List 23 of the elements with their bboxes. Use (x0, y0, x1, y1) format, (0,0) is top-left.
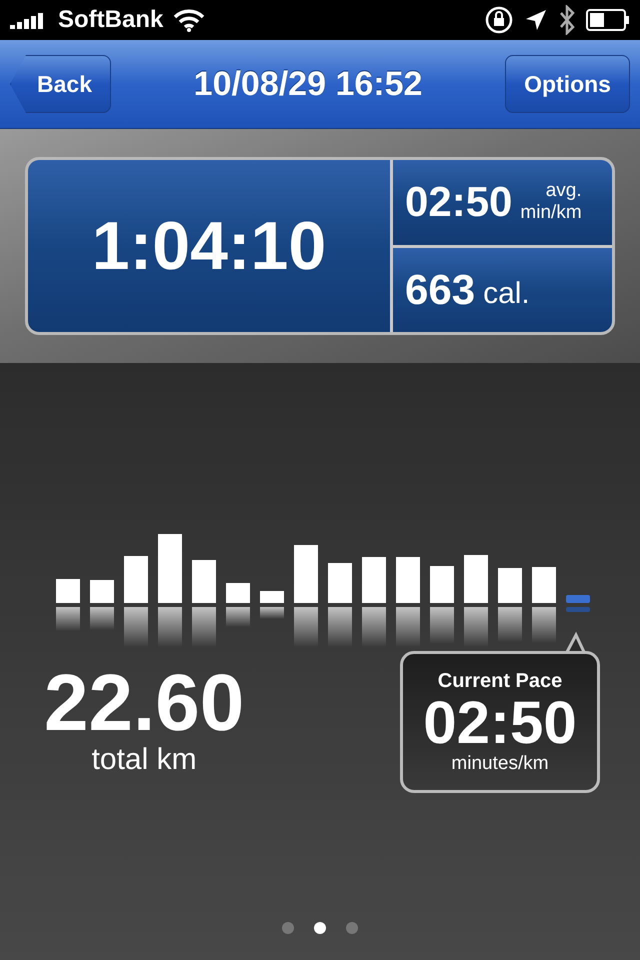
options-button[interactable]: Options (505, 55, 630, 113)
wifi-icon (173, 8, 206, 32)
duration: 1:04:10 (92, 207, 326, 285)
average-pace: 02:50 (405, 178, 512, 226)
page-dot[interactable] (314, 922, 326, 934)
page-dot[interactable] (346, 922, 358, 934)
nav-title: 10/08/29 16:52 (194, 64, 422, 104)
location-icon (524, 8, 548, 32)
calories-unit: cal. (483, 276, 530, 311)
pace-unit: avg. (546, 180, 582, 202)
current-pace-label: Current Pace (438, 670, 562, 692)
current-pace-unit: minutes/km (451, 752, 549, 774)
pace-unit: min/km (520, 202, 582, 224)
back-button[interactable]: Back (10, 55, 111, 113)
calories: 663 (405, 266, 476, 314)
total-distance: 22.60 (44, 663, 244, 743)
rotation-lock-icon (484, 5, 514, 35)
distance-unit: total km (92, 743, 197, 777)
battery-icon (586, 9, 630, 31)
current-pace-value: 02:50 (423, 692, 577, 752)
carrier-name: SoftBank (58, 6, 164, 34)
bluetooth-icon (558, 5, 576, 35)
page-dot[interactable] (282, 922, 294, 934)
